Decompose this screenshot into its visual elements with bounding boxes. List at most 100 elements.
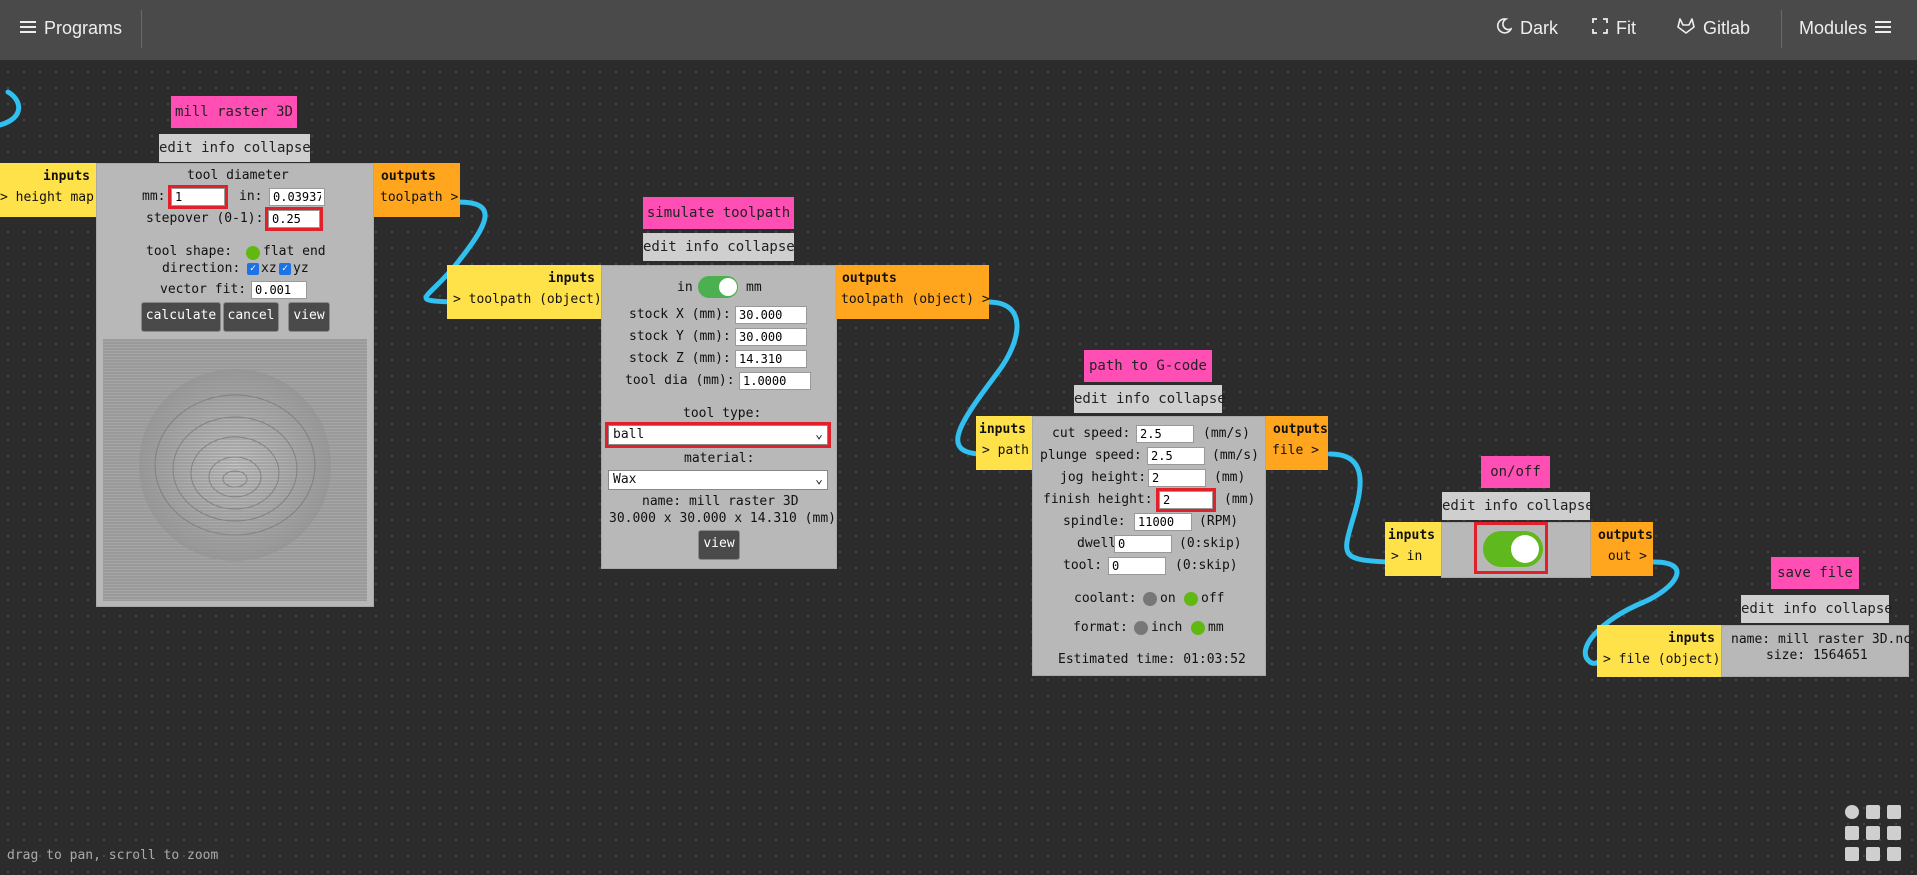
- sim-name-text: name: mill raster 3D: [642, 494, 799, 509]
- heightmap-preview: [103, 339, 367, 601]
- tool-diameter-label: tool diameter: [187, 168, 289, 183]
- unit-mm-label: mm: [746, 280, 762, 295]
- outputs-panel: outputs toolpath (object) >: [835, 265, 990, 319]
- inputs-panel: inputs > file (object): [1597, 625, 1721, 677]
- output-port-toolpath[interactable]: toolpath (object) >: [835, 286, 990, 313]
- module-title[interactable]: path to G-code: [1084, 350, 1212, 382]
- spindle-label: spindle:: [1063, 514, 1126, 529]
- wire-incoming-heightmap: [0, 89, 22, 128]
- input-port-path[interactable]: > path: [976, 437, 1032, 464]
- dark-label: Dark: [1520, 18, 1559, 38]
- module-title[interactable]: mill raster 3D: [171, 96, 297, 128]
- view-button[interactable]: view: [288, 302, 330, 332]
- gitlab-link[interactable]: Gitlab: [1677, 18, 1750, 39]
- direction-yz-checkbox[interactable]: ✓: [279, 263, 291, 275]
- inputs-panel: inputs > in: [1385, 522, 1441, 576]
- chevron-down-icon: ⌄: [815, 427, 823, 442]
- direction-xz-checkbox[interactable]: ✓: [247, 263, 259, 275]
- outputs-header: outputs: [1598, 528, 1653, 543]
- module-title[interactable]: simulate toolpath: [643, 197, 794, 229]
- mm-label: mm:: [142, 189, 166, 204]
- tool-unit: (0:skip): [1175, 558, 1238, 573]
- input-port-in[interactable]: > in: [1385, 543, 1441, 570]
- inputs-header: inputs: [1388, 528, 1435, 543]
- calculate-button[interactable]: calculate: [141, 302, 221, 332]
- input-port-height-map[interactable]: > height map: [0, 184, 96, 211]
- output-port-toolpath[interactable]: toolpath >: [374, 184, 460, 211]
- dwell-unit: (0:skip): [1179, 536, 1242, 551]
- layout-grid-icon[interactable]: [1844, 804, 1906, 866]
- vector-fit-input[interactable]: [251, 281, 307, 299]
- hamburger-icon: [1875, 18, 1892, 39]
- outputs-panel: outputs toolpath >: [374, 163, 460, 217]
- estimated-time-text: Estimated time: 01:03:52: [1058, 652, 1246, 667]
- stock-z-label: stock Z (mm):: [629, 351, 731, 366]
- hamburger-icon: [20, 18, 36, 39]
- module-title[interactable]: on/off: [1481, 456, 1550, 488]
- top-bar: Programs Dark Fit Gitlab Modules: [0, 0, 1917, 60]
- outputs-header: outputs: [381, 169, 436, 184]
- fit-button[interactable]: Fit: [1592, 18, 1636, 39]
- tool-label: tool:: [1063, 558, 1103, 573]
- module-title[interactable]: save file: [1771, 557, 1859, 589]
- finish-height-unit: (mm): [1224, 492, 1256, 507]
- programs-menu-button[interactable]: Programs: [20, 18, 122, 39]
- dwell-input[interactable]: [1114, 535, 1172, 553]
- stepover-input[interactable]: [265, 207, 323, 231]
- inputs-header: inputs: [1668, 631, 1715, 646]
- tool-dia-input[interactable]: [739, 372, 811, 390]
- tool-shape-value: flat end: [263, 244, 326, 259]
- cancel-button[interactable]: cancel: [223, 302, 279, 332]
- outputs-header: outputs: [1273, 422, 1328, 437]
- module-menu-bar[interactable]: edit info collapse: [1074, 385, 1226, 413]
- units-toggle[interactable]: [698, 276, 738, 298]
- stock-z-input[interactable]: [735, 350, 807, 368]
- stock-y-input[interactable]: [735, 328, 807, 346]
- module-menu-bar[interactable]: edit info collapse: [159, 134, 311, 162]
- finish-height-input[interactable]: [1156, 488, 1216, 512]
- stock-y-label: stock Y (mm):: [629, 329, 731, 344]
- tool-input[interactable]: [1108, 557, 1166, 575]
- coolant-off-radio[interactable]: [1184, 592, 1198, 606]
- cut-speed-label: cut speed:: [1052, 426, 1131, 441]
- format-mm-label: mm: [1208, 620, 1224, 635]
- inputs-header: inputs: [43, 169, 90, 184]
- tool-shape-radio[interactable]: [246, 246, 260, 260]
- dark-mode-button[interactable]: Dark: [1496, 18, 1558, 39]
- spindle-input[interactable]: [1134, 513, 1192, 531]
- format-mm-radio[interactable]: [1191, 621, 1205, 635]
- plunge-speed-input[interactable]: [1147, 447, 1205, 465]
- module-body: in mm stock X (mm): stock Y (mm): stock …: [601, 265, 837, 569]
- inputs-header: inputs: [979, 422, 1026, 437]
- view-button[interactable]: view: [698, 530, 740, 560]
- save-size-text: size: 1564651: [1766, 648, 1868, 663]
- tool-type-select[interactable]: ball ⌄: [605, 422, 831, 448]
- modules-label: Modules: [1799, 18, 1868, 38]
- module-body: name: mill raster 3D.nc size: 1564651: [1721, 625, 1912, 677]
- module-menu-bar[interactable]: edit info collapse: [643, 233, 795, 261]
- chevron-down-icon: ⌄: [815, 472, 823, 487]
- on-off-toggle[interactable]: [1483, 531, 1543, 567]
- module-menu-bar[interactable]: edit info collapse: [1741, 595, 1893, 623]
- input-port-file[interactable]: > file (object): [1597, 646, 1721, 673]
- module-menu-bar[interactable]: edit info collapse: [1442, 492, 1594, 520]
- jog-height-input[interactable]: [1148, 469, 1206, 487]
- coolant-on-radio[interactable]: [1143, 592, 1157, 606]
- output-port-out[interactable]: out >: [1591, 543, 1653, 570]
- save-name-text: name: mill raster 3D.nc: [1731, 632, 1912, 647]
- coolant-off-label: off: [1201, 591, 1225, 606]
- modules-menu-button[interactable]: Modules: [1799, 18, 1892, 39]
- output-port-file[interactable]: file >: [1266, 437, 1328, 464]
- input-port-toolpath[interactable]: > toolpath (object): [447, 286, 602, 313]
- tool-diameter-in-input[interactable]: [269, 188, 325, 206]
- format-inch-radio[interactable]: [1134, 621, 1148, 635]
- coolant-on-label: on: [1160, 591, 1176, 606]
- stock-x-input[interactable]: [735, 306, 807, 324]
- direction-yz-label: yz: [293, 261, 309, 276]
- toolpath-sphere-image: [103, 339, 367, 601]
- material-select[interactable]: Wax ⌄: [608, 470, 828, 490]
- cut-speed-input[interactable]: [1136, 425, 1194, 443]
- gitlab-icon: [1677, 18, 1695, 39]
- tool-diameter-mm-input[interactable]: [168, 185, 228, 209]
- fit-label: Fit: [1616, 18, 1636, 38]
